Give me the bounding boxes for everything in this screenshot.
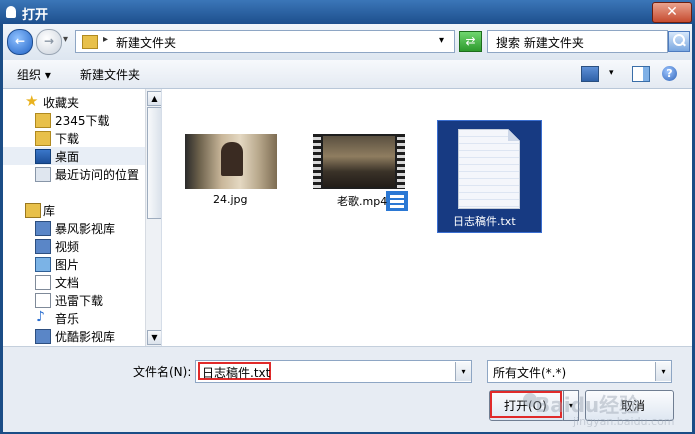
forward-button[interactable]: → — [36, 29, 62, 55]
organize-menu[interactable]: 组织 ▾ — [17, 66, 51, 83]
filetype-value: 所有文件(*.*) — [493, 366, 567, 380]
document-icon — [35, 275, 51, 290]
sidebar-item-2345-download[interactable]: 2345下载 — [3, 111, 145, 129]
image-thumbnail — [185, 134, 277, 189]
refresh-button[interactable]: ⇄ — [459, 31, 482, 52]
sidebar-item-pictures[interactable]: 图片 — [3, 255, 145, 273]
open-button-label: 打开(O) — [504, 399, 547, 413]
filename-value: 日志稿件.txt — [202, 366, 271, 380]
sidebar-item-favorites[interactable]: ★ 收藏夹 — [3, 93, 145, 111]
breadcrumb-separator[interactable]: ▸ — [103, 34, 108, 45]
recent-places-icon — [35, 167, 51, 182]
bottom-panel: 文件名(N): 日志稿件.txt ▾ 所有文件(*.*) ▾ 打开(O) ▾ 取… — [3, 346, 692, 432]
window-title: 打开 — [22, 8, 49, 23]
download-icon — [35, 293, 51, 308]
open-options-dropdown[interactable]: ▾ — [563, 390, 579, 421]
sidebar-scrollbar[interactable]: ▲ ▼ — [145, 89, 161, 346]
sidebar-item-videos[interactable]: 视频 — [3, 237, 145, 255]
file-name: 老歌.mp4 — [337, 195, 388, 208]
help-icon[interactable]: ? — [662, 66, 677, 81]
address-bar[interactable]: ▸ 新建文件夹 ▾ — [75, 30, 455, 53]
folder-icon — [82, 35, 98, 49]
close-button[interactable]: ✕ — [652, 2, 692, 23]
sidebar-item-label: 图片 — [55, 258, 80, 272]
sidebar-item-label: 文档 — [55, 276, 80, 290]
file-name: 日志稿件.txt — [453, 215, 516, 228]
address-dropdown[interactable]: ▾ — [439, 35, 444, 46]
sidebar-item-recent-places[interactable]: 最近访问的位置 — [3, 165, 145, 183]
address-row: ← → ▾ ▸ 新建文件夹 ▾ ⇄ 搜索 新建文件夹 — [3, 24, 692, 60]
desktop-icon — [35, 149, 51, 164]
sidebar-item-label: 收藏夹 — [43, 96, 80, 110]
open-dialog: 打开 ✕ ← → ▾ ▸ 新建文件夹 ▾ ⇄ 搜索 新建文件夹 组织 ▾ 新建文… — [0, 0, 695, 434]
search-icon-handle — [681, 41, 686, 47]
recent-pages-dropdown[interactable]: ▾ — [63, 34, 68, 45]
sidebar-item-youku-library[interactable]: 优酷影视库 — [3, 327, 145, 345]
film-strip-left — [313, 134, 321, 189]
preview-pane-icon[interactable] — [632, 66, 650, 82]
sidebar-item-label: 2345下载 — [55, 114, 110, 128]
sidebar-item-libraries[interactable]: 库 — [3, 201, 145, 219]
video-library-icon — [35, 221, 51, 236]
cancel-button-label: 取消 — [621, 399, 646, 413]
filename-dropdown[interactable]: ▾ — [455, 362, 471, 381]
sidebar-item-downloads[interactable]: 下载 — [3, 129, 145, 147]
title-bar[interactable]: 打开 ✕ — [0, 0, 695, 24]
scroll-down-button[interactable]: ▼ — [147, 330, 161, 345]
sidebar-item-label: 库 — [43, 204, 56, 218]
sidebar-item-label: 最近访问的位置 — [55, 168, 140, 182]
sidebar-item-label: 迅雷下载 — [55, 294, 104, 308]
video-badge-icon — [385, 190, 409, 212]
sidebar-item-desktop[interactable]: 桌面 — [3, 147, 145, 165]
filename-input[interactable]: 日志稿件.txt ▾ — [195, 360, 472, 383]
filename-label: 文件名(N): — [133, 365, 192, 379]
scroll-up-button[interactable]: ▲ — [147, 91, 161, 106]
cancel-button[interactable]: 取消 — [585, 390, 674, 421]
video-frame — [323, 136, 395, 187]
selected-file-tile[interactable]: 日志稿件.txt — [437, 120, 542, 233]
text-file-icon — [458, 129, 520, 209]
picture-icon — [35, 257, 51, 272]
file-list: 24.jpg 老歌.mp4 日志稿件.txt — [165, 89, 692, 346]
app-icon — [6, 6, 16, 18]
dialog-body: ← → ▾ ▸ 新建文件夹 ▾ ⇄ 搜索 新建文件夹 组织 ▾ 新建文件夹 ▾ — [3, 24, 692, 432]
file-name: 24.jpg — [213, 193, 248, 206]
sidebar-item-xunlei-download[interactable]: 迅雷下载 — [3, 291, 145, 309]
sidebar-item-label: 桌面 — [55, 150, 80, 164]
view-dropdown-icon[interactable]: ▾ — [609, 68, 614, 78]
sidebar-item-label: 视频 — [55, 240, 80, 254]
music-icon: ♪ — [36, 309, 45, 325]
sidebar-item-music[interactable]: ♪ 音乐 — [3, 309, 145, 327]
sidebar-item-label: 下载 — [55, 132, 80, 146]
main-area: ★ 收藏夹 2345下载 下载 桌面 最近访问的位置 库 暴风影视库 视频 图片… — [3, 89, 692, 346]
breadcrumb[interactable]: 新建文件夹 — [116, 34, 176, 51]
library-icon — [25, 203, 41, 218]
sidebar-item-label: 暴风影视库 — [55, 222, 116, 236]
back-button[interactable]: ← — [7, 29, 33, 55]
video-thumbnail — [313, 134, 405, 189]
navigation-pane: ★ 收藏夹 2345下载 下载 桌面 最近访问的位置 库 暴风影视库 视频 图片… — [3, 89, 162, 346]
view-icon[interactable] — [581, 66, 599, 82]
folder-icon — [35, 113, 51, 128]
sidebar-item-documents[interactable]: 文档 — [3, 273, 145, 291]
search-placeholder: 搜索 新建文件夹 — [496, 36, 584, 50]
scrollbar-thumb[interactable] — [147, 107, 161, 219]
search-input[interactable]: 搜索 新建文件夹 — [487, 30, 668, 53]
search-button[interactable] — [668, 31, 690, 52]
sidebar-item-baofeng-library[interactable]: 暴风影视库 — [3, 219, 145, 237]
toolbar: 组织 ▾ 新建文件夹 ▾ ? — [3, 60, 692, 89]
video-library-icon — [35, 329, 51, 344]
open-button[interactable]: 打开(O) — [489, 390, 565, 421]
sidebar-item-label: 优酷影视库 — [55, 330, 116, 344]
new-folder-button[interactable]: 新建文件夹 — [80, 66, 140, 83]
star-icon: ★ — [25, 92, 39, 110]
filetype-dropdown[interactable]: ▾ — [655, 362, 671, 381]
filetype-select[interactable]: 所有文件(*.*) ▾ — [487, 360, 672, 383]
sidebar-item-label: 音乐 — [55, 312, 80, 326]
video-icon — [35, 239, 51, 254]
film-strip-right — [397, 134, 405, 189]
download-folder-icon — [35, 131, 51, 146]
